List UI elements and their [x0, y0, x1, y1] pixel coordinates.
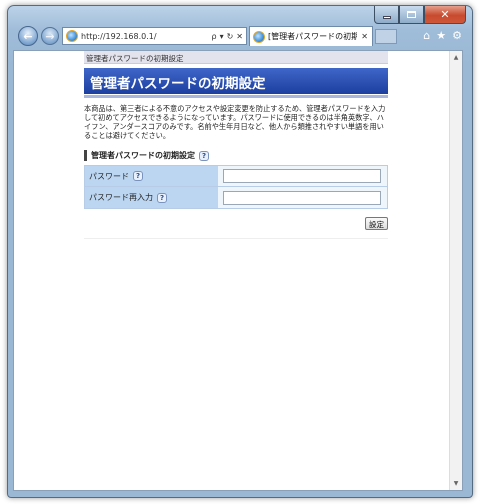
- forward-arrow-icon: →: [45, 29, 55, 43]
- vertical-scrollbar[interactable]: ▲ ▼: [449, 51, 462, 490]
- search-icon[interactable]: ρ: [212, 32, 217, 41]
- help-icon[interactable]: ?: [199, 150, 209, 161]
- page-viewport: 管理者パスワードの初期設定 管理者パスワードの初期設定 本商品は、第三者による不…: [13, 50, 463, 491]
- browser-tools: ⌂ ★ ⚙: [423, 29, 462, 42]
- scroll-down-icon[interactable]: ▼: [450, 477, 462, 490]
- browser-window: ✕ ← → http://192.168.0.1/ ρ ▾ ↻ ✕ [管理者パス…: [7, 5, 473, 498]
- password-label-cell: パスワード ?: [85, 166, 218, 186]
- page-title: 管理者パスワードの初期設定: [84, 68, 388, 94]
- password-label: パスワード: [89, 171, 129, 181]
- password-confirm-input[interactable]: [223, 190, 381, 205]
- password-field-cell: [218, 166, 387, 186]
- back-button[interactable]: ←: [18, 26, 38, 46]
- navigation-bar: ← → http://192.168.0.1/ ρ ▾ ↻ ✕ [管理者パスワー…: [12, 23, 468, 49]
- section-title: 管理者パスワードの初期設定: [91, 151, 195, 160]
- address-bar[interactable]: http://192.168.0.1/ ρ ▾ ↻ ✕: [62, 27, 247, 45]
- password-form: パスワード ? パスワード再入力 ?: [84, 165, 388, 209]
- chevron-down-icon[interactable]: ▾: [220, 32, 224, 41]
- password-confirm-label-cell: パスワード再入力 ?: [85, 187, 218, 208]
- close-window-button[interactable]: ✕: [424, 6, 466, 24]
- gear-icon[interactable]: ⚙: [452, 29, 462, 42]
- forward-button[interactable]: →: [41, 27, 59, 45]
- active-tab[interactable]: [管理者パスワードの初期... ✕: [249, 26, 373, 46]
- page-description: 本商品は、第三者による不意のアクセスや設定変更を防止するため、管理者パスワードを…: [84, 104, 386, 140]
- address-bar-buttons: ρ ▾ ↻ ✕: [212, 32, 247, 41]
- password-input[interactable]: [223, 169, 381, 183]
- password-confirm-field-cell: [218, 187, 387, 208]
- section-heading: 管理者パスワードの初期設定 ?: [84, 150, 388, 161]
- ie-page-icon: [66, 30, 78, 42]
- minimize-button[interactable]: [374, 6, 399, 24]
- maximize-button[interactable]: [399, 6, 424, 24]
- close-icon: ✕: [440, 8, 450, 21]
- tab-title: [管理者パスワードの初期...: [268, 32, 358, 41]
- page-content: 管理者パスワードの初期設定 管理者パスワードの初期設定 本商品は、第三者による不…: [84, 51, 388, 239]
- new-tab-button[interactable]: [375, 29, 397, 44]
- submit-button[interactable]: 設定: [365, 217, 388, 230]
- home-icon[interactable]: ⌂: [423, 29, 430, 42]
- favorites-icon[interactable]: ★: [436, 29, 446, 42]
- minimize-icon: [382, 16, 391, 19]
- help-icon[interactable]: ?: [157, 192, 167, 203]
- content-divider: [84, 238, 388, 239]
- title-underline: [84, 95, 388, 98]
- form-actions: 設定: [84, 217, 388, 230]
- breadcrumb: 管理者パスワードの初期設定: [84, 51, 388, 64]
- tab-close-icon[interactable]: ✕: [357, 32, 372, 41]
- help-icon[interactable]: ?: [133, 171, 143, 181]
- refresh-icon[interactable]: ↻: [227, 32, 234, 41]
- stop-icon[interactable]: ✕: [236, 32, 243, 41]
- password-row: パスワード ?: [85, 166, 387, 187]
- maximize-icon: [407, 11, 416, 18]
- back-arrow-icon: ←: [23, 29, 33, 43]
- password-confirm-label: パスワード再入力: [89, 193, 153, 202]
- address-url[interactable]: http://192.168.0.1/: [81, 32, 212, 41]
- section-marker: [84, 150, 87, 161]
- window-caption-buttons: ✕: [374, 6, 466, 24]
- tab-page-icon: [253, 30, 265, 43]
- password-confirm-row: パスワード再入力 ?: [85, 187, 387, 208]
- scroll-up-icon[interactable]: ▲: [450, 51, 462, 64]
